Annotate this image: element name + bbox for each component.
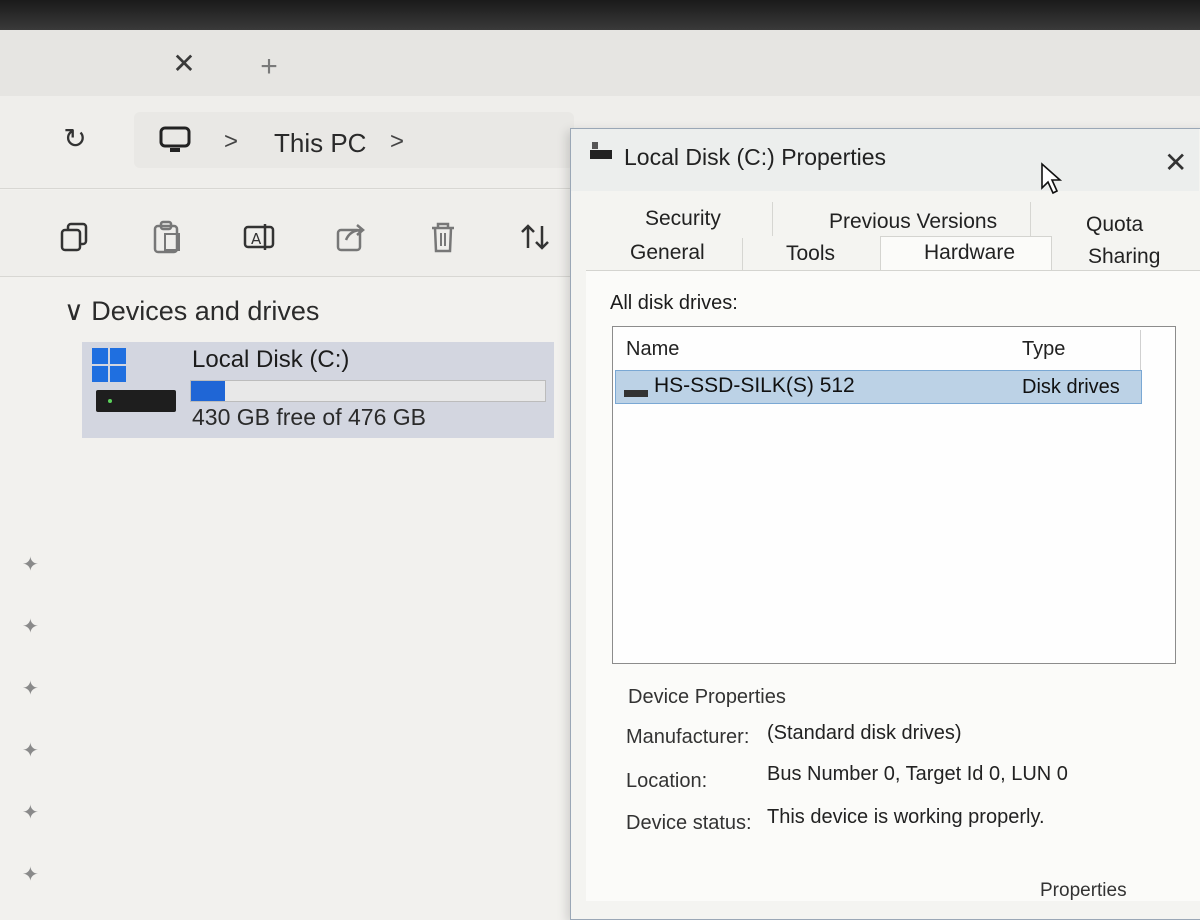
disk-name: HS-SSD-SILK(S) 512 (654, 374, 855, 397)
delete-icon[interactable] (424, 218, 462, 256)
chevron-down-icon: ∨ (64, 296, 84, 326)
windows-logo-icon (92, 348, 126, 382)
rename-icon[interactable]: A (240, 218, 278, 256)
tab-divider (742, 238, 743, 270)
breadcrumb-chevron-end[interactable]: > (390, 128, 404, 156)
drive-free-space: 430 GB free of 476 GB (192, 404, 426, 430)
device-properties-heading: Device Properties (628, 686, 786, 708)
refresh-icon[interactable]: ↻ (58, 122, 92, 156)
drive-usage-fill (191, 381, 226, 401)
location-value: Bus Number 0, Target Id 0, LUN 0 (767, 763, 1068, 785)
mouse-cursor-icon (1041, 162, 1063, 195)
tab-quota[interactable]: Quota (1086, 213, 1143, 237)
drive-name: Local Disk (C:) (192, 346, 350, 373)
tab-general[interactable]: General (630, 241, 705, 265)
copy-icon[interactable] (56, 218, 94, 256)
drive-icon (590, 142, 612, 159)
pin-icon[interactable]: ✦ (22, 862, 39, 887)
pin-icon[interactable]: ✦ (22, 800, 39, 825)
close-icon[interactable]: ✕ (1164, 146, 1187, 179)
column-header-type[interactable]: Type (1022, 338, 1065, 361)
tab-sharing[interactable]: Sharing (1088, 245, 1160, 269)
quick-access-pins: ✦ ✦ ✦ ✦ ✦ ✦ (14, 540, 54, 900)
breadcrumb-chevron[interactable]: > (224, 128, 238, 156)
disk-drive-icon (624, 390, 648, 397)
tab-security[interactable]: Security (645, 207, 721, 231)
pin-icon[interactable]: ✦ (22, 676, 39, 701)
tab-divider (772, 202, 773, 236)
tab-previous-versions[interactable]: Previous Versions (829, 210, 997, 234)
location-label: Location: (626, 770, 708, 792)
tab-divider (1030, 202, 1031, 236)
device-status-value: This device is working properly. (767, 806, 1045, 828)
drive-usage-bar (190, 380, 546, 402)
computer-icon (159, 126, 191, 152)
screen-bezel (0, 0, 1200, 30)
close-tab-icon[interactable]: ✕ (168, 48, 200, 80)
section-title: Devices and drives (91, 296, 320, 326)
pin-icon[interactable]: ✦ (22, 738, 39, 763)
section-devices-and-drives[interactable]: ∨ Devices and drives (64, 296, 319, 327)
properties-button[interactable]: Properties (1040, 880, 1127, 902)
tab-hardware[interactable]: Hardware (924, 241, 1015, 265)
pin-icon[interactable]: ✦ (22, 614, 39, 639)
manufacturer-value: (Standard disk drives) (767, 722, 962, 744)
paste-icon[interactable] (148, 218, 186, 256)
sort-icon[interactable] (516, 218, 554, 256)
dialog-title: Local Disk (C:) Properties (624, 144, 887, 170)
breadcrumb-this-pc[interactable]: This PC (274, 128, 366, 159)
new-tab-icon[interactable]: + (254, 52, 284, 82)
tab-tools[interactable]: Tools (786, 242, 835, 266)
column-header-name[interactable]: Name (626, 338, 679, 361)
device-status-label: Device status: (626, 812, 752, 834)
manufacturer-label: Manufacturer: (626, 726, 750, 748)
hard-drive-icon (96, 390, 176, 412)
pin-icon[interactable]: ✦ (22, 552, 39, 577)
svg-text:A: A (251, 230, 262, 248)
all-disk-drives-label: All disk drives: (610, 292, 738, 314)
column-divider[interactable] (1140, 330, 1141, 370)
disk-type: Disk drives (1022, 376, 1120, 398)
share-icon[interactable] (332, 218, 370, 256)
